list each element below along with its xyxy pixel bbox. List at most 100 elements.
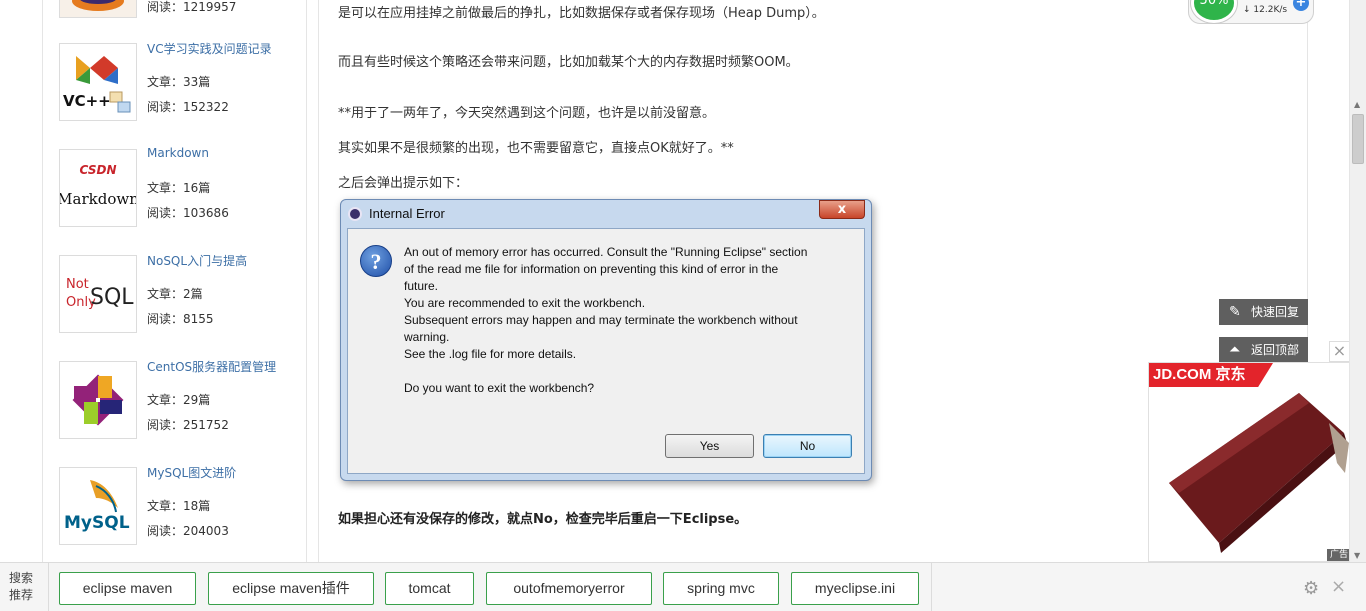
download-speed-value: 12.2K/s [1253,5,1288,15]
vc-logo-icon: VC++ [60,44,136,120]
column-logo-icon [72,0,124,11]
dialog-body: ? An out of memory error has occurred. C… [347,228,865,474]
column-articles: 文章：2篇 [147,285,203,302]
articles-count: 2篇 [183,287,203,301]
column-articles: 文章：29篇 [147,391,210,408]
close-icon[interactable]: × [1331,576,1346,597]
dialog-message-line: future. [404,279,439,293]
articles-label: 文章： [147,181,184,195]
article-paragraph: 而且有些时候这个策略还会带来问题，比如加载某个大的内存数据时频繁OOM。 [338,55,799,70]
yes-button[interactable]: Yes [665,434,754,458]
articles-label: 文章： [147,287,184,301]
reads-count: 204003 [183,524,229,538]
search-tag[interactable]: tomcat [385,572,474,605]
scroll-up-icon[interactable]: ▲ [1354,100,1360,109]
dialog-title: Internal Error [369,206,445,221]
plus-icon[interactable]: + [1293,0,1309,11]
search-label: 搜索 [9,571,34,585]
reads-label: 阅读： [147,312,184,326]
nosql-not-text: Not [66,277,89,292]
markdown-logo-icon: CSDN Markdown [60,150,136,226]
articles-label: 文章： [147,393,184,407]
ad-close-button[interactable]: × [1329,341,1350,362]
column-item[interactable]: CentOS服务器配置管理 文章：29篇 阅读：251752 [59,358,299,441]
search-recommend-bar: 搜索 推荐 eclipse maven eclipse maven插件 tomc… [0,562,1366,611]
quick-reply-label: 快速回复 [1251,305,1300,319]
reads-label: 阅读： [147,206,184,220]
column-thumbnail[interactable]: CSDN Markdown [59,149,137,227]
dialog-message-line: You are recommended to exit the workbenc… [404,296,646,310]
search-tag[interactable]: outofmemoryerror [486,572,652,605]
ad-label: 广告 [1326,549,1351,561]
column-sidebar: 阅读：1219957 VC++ VC学习实践及问题记录 文章：33篇 阅读：15… [42,0,307,562]
articles-label: 文章： [147,75,184,89]
column-item[interactable]: 阅读：1219957 [59,0,299,20]
dialog-message-line: See the .log file for more details. [404,347,577,361]
network-speed-widget[interactable]: 50% ↓ 12.2K/s + [1188,0,1314,24]
articles-count: 29篇 [183,393,211,407]
column-title[interactable]: CentOS服务器配置管理 [147,358,276,375]
divider [48,563,49,611]
recommend-label: 推荐 [9,588,34,602]
reads-count: 8155 [183,312,214,326]
download-arrow-icon: ↓ [1243,5,1254,15]
column-thumbnail[interactable] [59,361,137,439]
column-thumbnail[interactable]: Not Only SQL [59,255,137,333]
jd-advertisement[interactable]: JD.COM 京东 广告 [1148,362,1352,562]
articles-label: 文章： [147,499,184,513]
column-title[interactable]: VC学习实践及问题记录 [147,40,272,57]
column-title[interactable]: NoSQL入门与提高 [147,252,247,269]
wallet-image [1169,393,1349,553]
no-button[interactable]: No [763,434,852,458]
column-articles: 文章：33篇 [147,73,210,90]
column-thumbnail[interactable]: VC++ [59,43,137,121]
column-item[interactable]: CSDN Markdown Markdown 文章：16篇 阅读：103686 [59,146,299,229]
column-item[interactable]: Not Only SQL NoSQL入门与提高 文章：2篇 阅读：8155 [59,252,299,335]
column-title[interactable]: MySQL图文进阶 [147,464,236,481]
column-item[interactable]: VC++ VC学习实践及问题记录 文章：33篇 阅读：152322 [59,40,299,123]
page-scrollbar[interactable]: ▲ ▼ [1349,0,1366,562]
eclipse-icon [348,207,362,221]
article-paragraph: 之后会弹出提示如下： [338,176,469,191]
reads-count: 251752 [183,418,229,432]
article-paragraph: 如果担心还有没保存的修改，就点No，检查完毕后重启一下Eclipse。 [338,512,748,527]
csdn-thumb-text: CSDN [79,163,116,177]
dialog-message-line: warning. [404,330,450,344]
search-tag[interactable]: eclipse maven [59,572,196,605]
gear-icon[interactable]: ⚙ [1303,578,1319,599]
column-reads: 阅读：152322 [147,98,229,115]
column-title[interactable]: Markdown [147,146,209,160]
internal-error-dialog: Internal Error x ? An out of memory erro… [340,199,872,481]
column-reads: 阅读：251752 [147,416,229,433]
back-to-top-button[interactable]: ⏶ 返回顶部 [1219,337,1308,363]
search-tag[interactable]: myeclipse.ini [791,572,919,605]
articles-count: 33篇 [183,75,211,89]
quick-reply-button[interactable]: ✎ 快速回复 [1219,299,1308,325]
back-to-top-label: 返回顶部 [1251,343,1300,357]
divider [931,563,932,611]
reads-label: 阅读： [147,418,184,432]
dialog-titlebar[interactable]: Internal Error x [341,200,871,228]
download-speed: ↓ 12.2K/s [1243,5,1287,15]
column-articles: 文章：16篇 [147,179,210,196]
scroll-thumb[interactable] [1352,114,1364,164]
column-item[interactable]: MySQL MySQL图文进阶 文章：18篇 阅读：204003 [59,464,299,547]
dialog-message-line: Do you want to exit the workbench? [404,381,595,395]
reads-label: 阅读： [147,524,184,538]
arrow-up-icon: ⏶ [1229,342,1241,358]
column-thumbnail[interactable]: MySQL [59,467,137,545]
vc-thumb-text: VC++ [63,92,111,110]
column-thumbnail[interactable] [59,0,137,18]
memory-percent: 50% [1191,0,1237,23]
mysql-thumb-text: MySQL [64,513,130,533]
search-tag[interactable]: eclipse maven插件 [208,572,374,605]
column-articles: 文章：18篇 [147,497,210,514]
column-reads: 阅读：8155 [147,310,214,327]
column-reads: 阅读：1219957 [147,0,237,14]
scroll-down-icon[interactable]: ▼ [1354,551,1360,560]
search-tag[interactable]: spring mvc [663,572,779,605]
dialog-close-button[interactable]: x [819,200,865,219]
pencil-icon: ✎ [1229,304,1241,320]
dialog-message-line: An out of memory error has occurred. Con… [404,245,808,259]
articles-count: 16篇 [183,181,211,195]
